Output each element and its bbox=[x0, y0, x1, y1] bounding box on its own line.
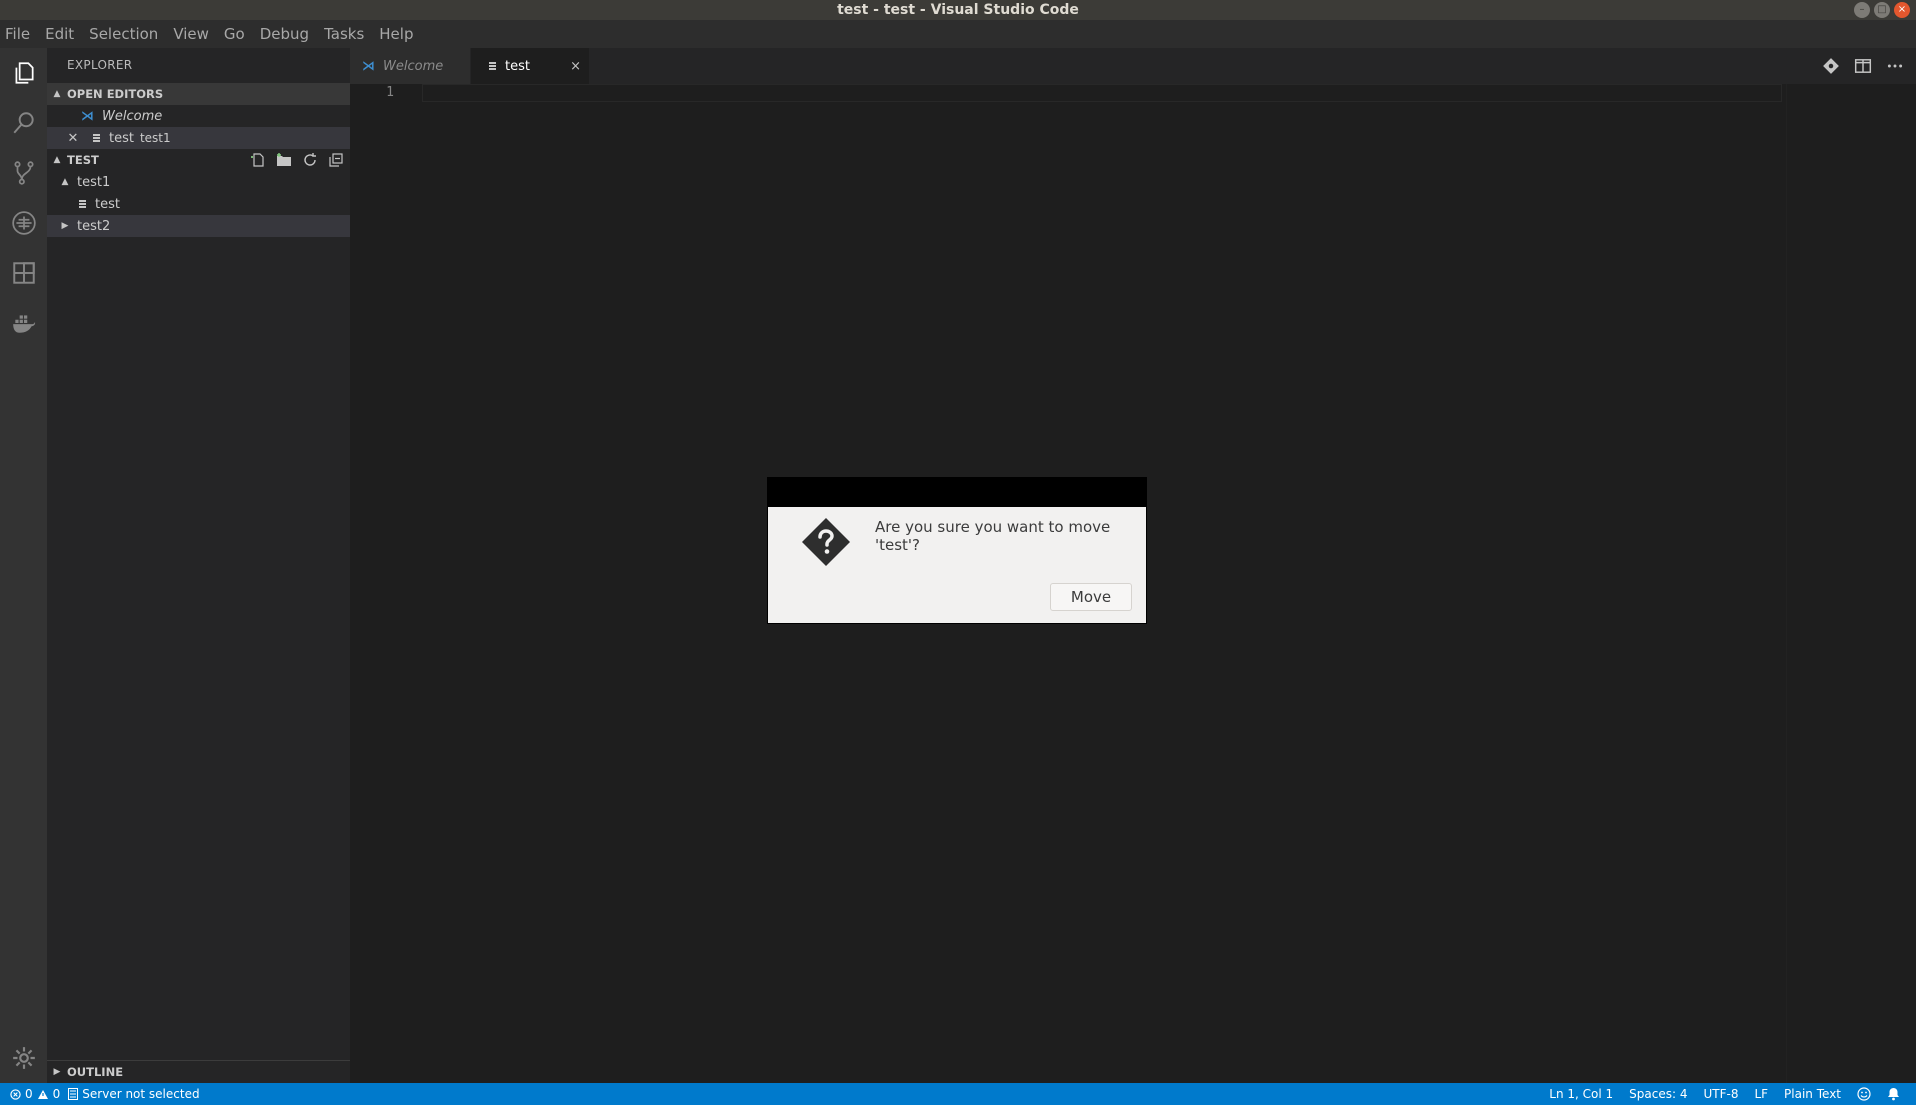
open-editor-description: test1 bbox=[139, 131, 171, 145]
folder-label: TEST bbox=[67, 153, 99, 167]
open-editor-name: test bbox=[109, 130, 134, 146]
minimize-button[interactable]: – bbox=[1854, 2, 1870, 18]
chevron-down-icon: ▲ bbox=[53, 89, 61, 99]
editor-tabs: ⋊ Welcome test × bbox=[350, 48, 1916, 84]
title-bar: test - test - Visual Studio Code – □ × bbox=[0, 0, 1916, 20]
cursor-position[interactable]: Ln 1, Col 1 bbox=[1549, 1087, 1613, 1101]
minimap[interactable] bbox=[1786, 84, 1916, 1083]
error-count: 0 bbox=[25, 1087, 33, 1101]
new-file-icon[interactable] bbox=[250, 152, 266, 168]
docker-icon[interactable] bbox=[0, 298, 47, 348]
editor-actions bbox=[1822, 48, 1904, 84]
window-title: test - test - Visual Studio Code bbox=[837, 2, 1079, 18]
server-icon bbox=[68, 1088, 79, 1100]
close-window-button[interactable]: × bbox=[1894, 2, 1910, 18]
window-controls: – □ × bbox=[1854, 2, 1910, 18]
search-icon[interactable] bbox=[0, 98, 47, 148]
warning-count: 0 bbox=[52, 1087, 61, 1101]
collapse-all-icon[interactable] bbox=[328, 152, 344, 168]
file-icon bbox=[77, 197, 89, 211]
status-bar: 0 0 Server not selected Ln 1, Col 1 Spac… bbox=[0, 1083, 1916, 1105]
tree-item-test[interactable]: test bbox=[47, 193, 350, 215]
menu-debug[interactable]: Debug bbox=[258, 20, 316, 48]
end-of-line[interactable]: LF bbox=[1754, 1087, 1768, 1101]
line-number: 1 bbox=[386, 85, 394, 100]
menu-view[interactable]: View bbox=[171, 20, 216, 48]
dialog-message: Are you sure you want to move 'test'? bbox=[875, 518, 1111, 554]
language-mode[interactable]: Plain Text bbox=[1784, 1087, 1841, 1101]
problems-indicator[interactable]: 0 0 bbox=[10, 1087, 60, 1101]
more-actions-icon[interactable] bbox=[1886, 57, 1904, 75]
outline-section-header[interactable]: ▶ OUTLINE bbox=[47, 1060, 350, 1082]
open-editors-label: OPEN EDITORS bbox=[67, 87, 164, 101]
tree-item-label: test1 bbox=[77, 174, 111, 190]
new-folder-icon[interactable] bbox=[276, 152, 292, 168]
folder-actions bbox=[250, 149, 344, 171]
vscode-icon: ⋊ bbox=[81, 108, 94, 124]
split-editor-icon[interactable] bbox=[1854, 57, 1872, 75]
current-line-highlight bbox=[422, 84, 1782, 102]
question-icon bbox=[802, 518, 850, 566]
tab-test[interactable]: test × bbox=[471, 48, 589, 84]
feedback-smiley-icon[interactable] bbox=[1857, 1087, 1871, 1101]
tab-label: Welcome bbox=[383, 58, 444, 74]
open-editors-section-header[interactable]: ▲ OPEN EDITORS bbox=[47, 83, 350, 105]
gear-icon[interactable] bbox=[0, 1033, 47, 1083]
extensions-icon[interactable] bbox=[0, 248, 47, 298]
close-icon[interactable]: ✕ bbox=[67, 131, 79, 146]
chevron-down-icon: ▲ bbox=[61, 177, 69, 187]
tree-item-test1[interactable]: ▲ test1 bbox=[47, 171, 350, 193]
explorer-icon[interactable] bbox=[0, 48, 47, 98]
refresh-icon[interactable] bbox=[302, 152, 318, 168]
tree-item-test2[interactable]: ▶ test2 bbox=[47, 215, 350, 237]
server-status[interactable]: Server not selected bbox=[68, 1087, 200, 1101]
error-icon bbox=[10, 1088, 21, 1100]
move-confirm-dialog: Are you sure you want to move 'test'? Mo… bbox=[768, 478, 1146, 623]
tree-item-label: test2 bbox=[77, 218, 111, 234]
tree-item-label: test bbox=[95, 196, 120, 212]
debug-icon[interactable] bbox=[0, 198, 47, 248]
outline-label: OUTLINE bbox=[67, 1064, 124, 1079]
file-icon bbox=[487, 59, 499, 73]
source-control-icon[interactable] bbox=[0, 148, 47, 198]
close-icon[interactable]: × bbox=[570, 59, 581, 74]
menu-selection[interactable]: Selection bbox=[87, 20, 165, 48]
chevron-right-icon: ▶ bbox=[53, 1066, 61, 1077]
sidebar-title: EXPLORER bbox=[67, 58, 133, 72]
maximize-button[interactable]: □ bbox=[1874, 2, 1890, 18]
tab-welcome[interactable]: ⋊ Welcome bbox=[350, 48, 470, 84]
notifications-bell-icon[interactable] bbox=[1887, 1087, 1900, 1101]
warning-icon bbox=[37, 1089, 48, 1099]
menu-bar: File Edit Selection View Go Debug Tasks … bbox=[0, 20, 1916, 48]
open-editor-item-test[interactable]: ✕ test test1 bbox=[47, 127, 350, 149]
dialog-titlebar[interactable] bbox=[768, 478, 1146, 507]
open-editor-item-welcome[interactable]: ⋊ Welcome bbox=[47, 105, 350, 127]
vscode-icon: ⋊ bbox=[362, 58, 375, 74]
move-button[interactable]: Move bbox=[1050, 583, 1132, 611]
folder-section-header[interactable]: ▲ TEST bbox=[47, 149, 350, 171]
server-label: Server not selected bbox=[82, 1087, 200, 1101]
indentation[interactable]: Spaces: 4 bbox=[1629, 1087, 1687, 1101]
open-editor-name: Welcome bbox=[102, 108, 163, 124]
file-icon bbox=[91, 131, 103, 145]
explorer-sidebar: EXPLORER ▲ OPEN EDITORS ⋊ Welcome ✕ test… bbox=[47, 48, 350, 1083]
encoding[interactable]: UTF-8 bbox=[1703, 1087, 1738, 1101]
menu-file[interactable]: File bbox=[3, 20, 37, 48]
open-changes-icon[interactable] bbox=[1822, 57, 1840, 75]
menu-go[interactable]: Go bbox=[222, 20, 252, 48]
menu-help[interactable]: Help bbox=[377, 20, 420, 48]
chevron-down-icon: ▲ bbox=[53, 155, 61, 165]
tab-label: test bbox=[505, 58, 530, 74]
chevron-right-icon: ▶ bbox=[61, 221, 69, 231]
menu-edit[interactable]: Edit bbox=[43, 20, 81, 48]
menu-tasks[interactable]: Tasks bbox=[322, 20, 371, 48]
activity-bar bbox=[0, 48, 47, 1083]
